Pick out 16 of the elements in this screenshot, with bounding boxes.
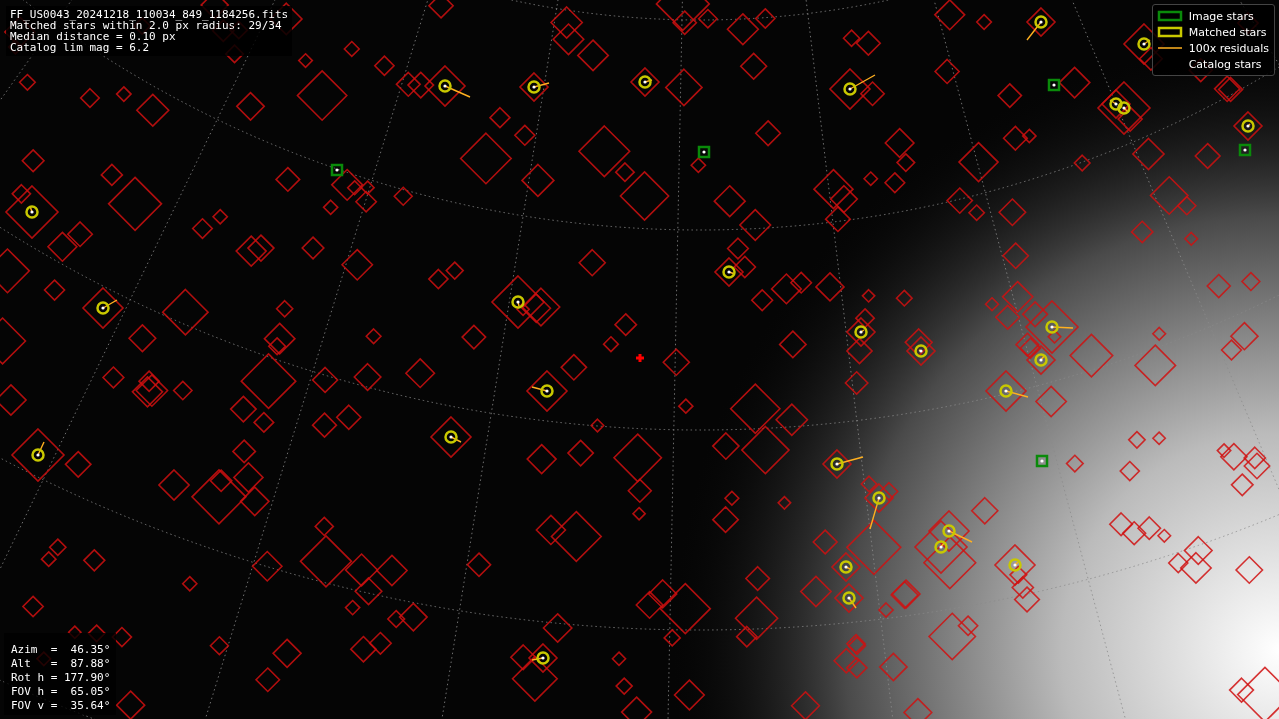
- legend-square-icon: [1157, 26, 1182, 38]
- legend-label: Catalog stars: [1188, 57, 1262, 71]
- info-text: FF_US0043_20241218_110034_849_1184256.fits: [10, 9, 289, 20]
- pointing-text: FOV h = 65.05°: [11, 685, 111, 699]
- legend-square-icon: [1157, 10, 1182, 22]
- pointing-text: FOV v = 35.64°: [11, 699, 111, 713]
- legend-line-icon: [1156, 47, 1183, 49]
- info-text: Median distance = 0.10 px: [10, 31, 176, 42]
- info-text: Matched stars within 2.0 px radius: 29/34: [10, 20, 282, 31]
- legend-label: Matched stars: [1188, 25, 1267, 39]
- legend-label: Image stars: [1188, 9, 1254, 23]
- info-text: Catalog lim mag = 6.2: [10, 42, 151, 53]
- legend-label: 100x residuals: [1188, 41, 1269, 55]
- pointing-text: Alt = 87.88°: [11, 657, 111, 671]
- pointing-text: Rot h = 177.90°: [11, 671, 111, 685]
- pointing-text: Azim = 46.35°: [11, 643, 111, 657]
